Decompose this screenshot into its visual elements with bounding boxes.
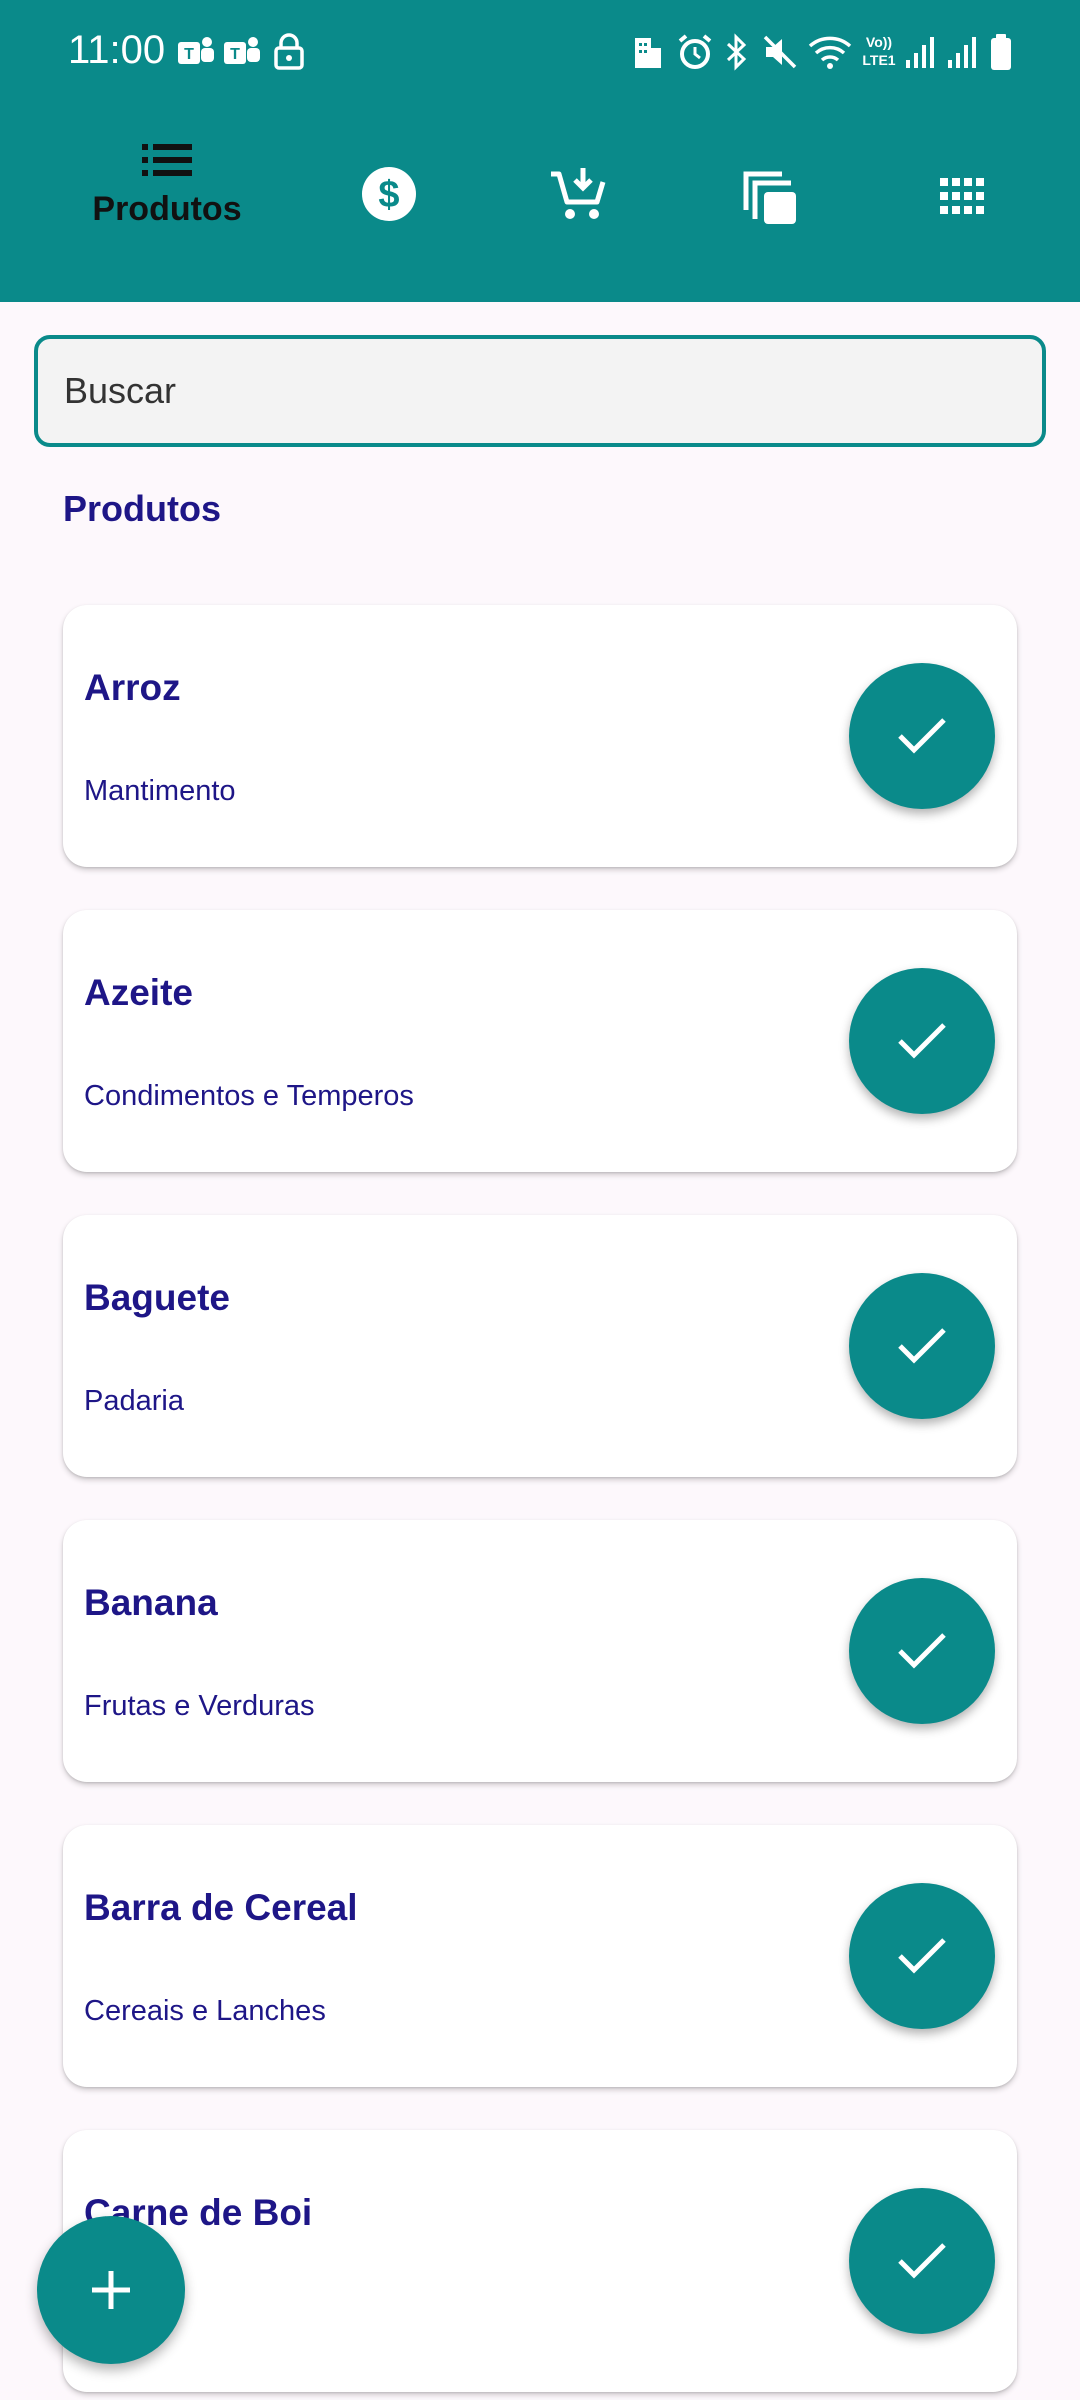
check-button[interactable] xyxy=(849,1273,995,1419)
product-card[interactable]: Banana Frutas e Verduras xyxy=(63,1520,1017,1782)
check-icon xyxy=(898,1023,946,1059)
check-button[interactable] xyxy=(849,968,995,1114)
check-button[interactable] xyxy=(849,2188,995,2334)
check-icon xyxy=(898,1328,946,1364)
check-button[interactable] xyxy=(849,663,995,809)
product-category: Mantimento xyxy=(84,775,236,807)
product-card[interactable]: Arroz Mantimento xyxy=(63,605,1017,867)
product-list: Arroz Mantimento Azeite Condimentos e Te… xyxy=(0,0,1080,2400)
product-card[interactable]: Azeite Condimentos e Temperos xyxy=(63,910,1017,1172)
product-name: Barra de Cereal xyxy=(84,1887,358,1928)
plus-icon xyxy=(92,2271,130,2309)
add-product-button[interactable] xyxy=(37,2216,185,2364)
check-button[interactable] xyxy=(849,1578,995,1724)
product-card[interactable]: Carne de Boi xyxy=(63,2130,1017,2392)
product-category: Cereais e Lanches xyxy=(84,1995,326,2027)
product-name: Azeite xyxy=(84,972,193,1013)
product-name: Baguete xyxy=(84,1277,230,1318)
check-icon xyxy=(898,1633,946,1669)
product-name: Arroz xyxy=(84,667,181,708)
product-category: Frutas e Verduras xyxy=(84,1690,315,1722)
product-category: Condimentos e Temperos xyxy=(84,1080,414,1112)
check-icon xyxy=(898,1938,946,1974)
check-icon xyxy=(898,2243,946,2279)
check-icon xyxy=(898,718,946,754)
check-button[interactable] xyxy=(849,1883,995,2029)
product-card[interactable]: Barra de Cereal Cereais e Lanches xyxy=(63,1825,1017,2087)
product-card[interactable]: Baguete Padaria xyxy=(63,1215,1017,1477)
product-category: Padaria xyxy=(84,1385,184,1417)
product-name: Banana xyxy=(84,1582,218,1623)
